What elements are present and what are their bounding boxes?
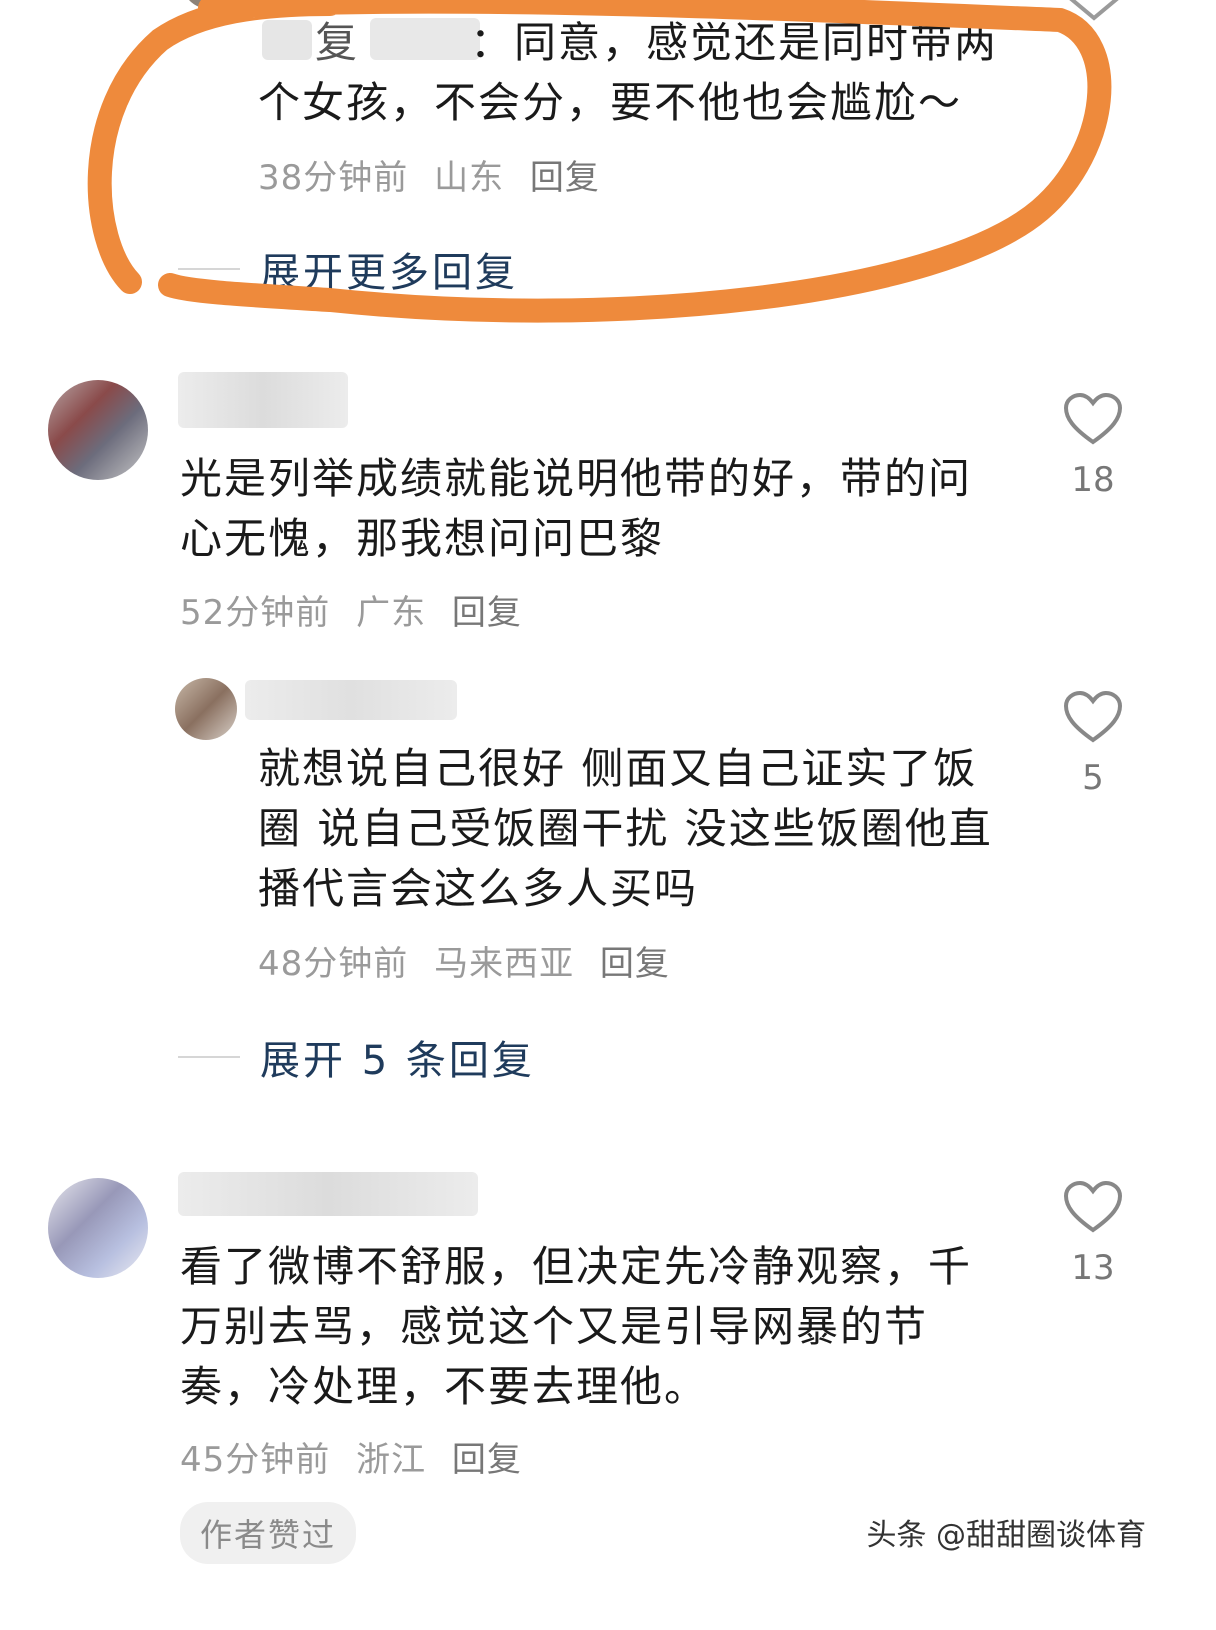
like-count: 13 [1071,1248,1115,1288]
comment-text-line: 万别去骂，感觉这个又是引导网暴的节 [180,1302,929,1351]
reply-button[interactable]: 回复 [452,1440,522,1480]
reply-meta: 48分钟前 马来西亚 回复 [258,936,670,985]
reply-time: 48分钟前 [258,944,409,984]
highlight-circle [87,0,1112,323]
like-button[interactable]: 18 [1063,392,1123,500]
reply-text-line: 圈 说自己受饭圈干扰 没这些饭圈他直 [258,804,993,853]
comment-text-line: 光是列举成绩就能说明他带的好，带的问 [180,454,973,503]
comment-meta: 52分钟前 广东 回复 [180,585,522,634]
reply-button[interactable]: 回复 [600,944,670,984]
heart-icon [1063,392,1123,445]
username-blurred [245,680,457,720]
comment-time: 52分钟前 [180,593,331,633]
comment-time: 45分钟前 [180,1440,331,1480]
like-count: 5 [1082,758,1104,798]
avatar[interactable] [48,1178,148,1278]
like-count: 18 [1071,460,1115,500]
comment-location: 广东 [356,593,427,633]
like-button[interactable]: 13 [1063,1180,1123,1288]
comment-location: 浙江 [356,1440,427,1480]
reply-location: 马来西亚 [434,944,575,984]
comment-meta: 45分钟前 浙江 回复 [180,1432,522,1481]
heart-icon [1063,1180,1123,1233]
expand-replies[interactable]: 展开 5 条回复 [178,1028,535,1086]
divider [178,1056,240,1058]
avatar[interactable] [175,678,237,740]
author-liked-badge: 作者赞过 [180,1502,357,1564]
comment-text-line: 心无愧，那我想问问巴黎 [180,514,665,563]
reply-button[interactable]: 回复 [452,593,522,633]
comment-text-line: 奏，冷处理，不要去理他。 [180,1362,709,1411]
reply-text-line: 播代言会这么多人买吗 [258,864,699,913]
username-blurred [178,1172,478,1216]
comment-text-line: 看了微博不舒服，但决定先冷静观察，千 [180,1242,973,1291]
username-blurred [178,372,348,428]
reply-text-line: 就想说自己很好 侧面又自己证实了饭 [258,744,978,793]
watermark: 头条 @甜甜圈谈体育 [866,1518,1146,1553]
expand-replies-label: 展开 5 条回复 [260,1038,535,1084]
avatar[interactable] [48,380,148,480]
like-button[interactable]: 5 [1063,690,1123,798]
heart-icon [1063,690,1123,743]
